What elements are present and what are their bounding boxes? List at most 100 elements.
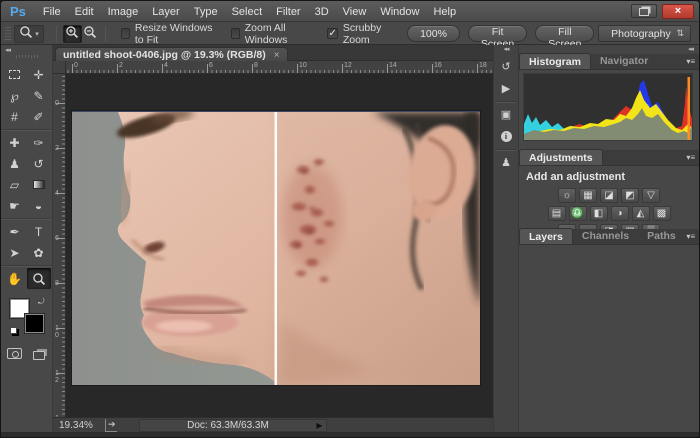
checkbox-icon[interactable]	[231, 28, 240, 39]
tool-zoom[interactable]	[26, 268, 51, 289]
restore-window-icon[interactable]	[631, 4, 657, 18]
canvas[interactable]	[66, 74, 493, 417]
current-tool-badge[interactable]: ▾	[13, 24, 45, 43]
horizontal-ruler: 0 2 4 6 8 10 12 14 16 18	[66, 61, 493, 74]
toolbar-grip[interactable]	[15, 55, 38, 58]
tool-lasso[interactable]: ℘	[3, 85, 27, 106]
tool-type[interactable]: T	[27, 221, 51, 242]
panel-menu-icon[interactable]: ▾≡	[686, 153, 695, 162]
adjustment-vibrance-icon[interactable]: ▽	[642, 188, 660, 203]
menu-window[interactable]: Window	[373, 4, 426, 20]
fit-screen-button[interactable]: Fit Screen	[467, 25, 528, 50]
menu-image[interactable]: Image	[101, 4, 146, 20]
menu-3d[interactable]: 3D	[308, 4, 336, 20]
tab-histogram[interactable]: Histogram	[519, 53, 591, 69]
document-sizes: Doc: 63.3M/63.3M	[187, 419, 269, 431]
background-color-swatch[interactable]	[24, 314, 44, 333]
tab-channels[interactable]: Channels	[573, 228, 638, 244]
adjustment-photo-filter-icon[interactable]: ◑	[610, 206, 629, 221]
tool-dodge[interactable]: ◒	[27, 195, 51, 216]
tool-spot-healing-brush[interactable]: ✚	[3, 132, 27, 153]
info-icon[interactable]: i	[496, 127, 516, 146]
window-bottom-edge	[1, 432, 699, 437]
options-checkboxes: Resize Windows to Fit Zoom All Windows ✓ Sc…	[112, 22, 401, 46]
tool-history-brush[interactable]: ↺	[27, 153, 51, 174]
checkbox-resize-windows-to-fit[interactable]: Resize Windows to Fit	[121, 22, 213, 46]
swap-colors-icon[interactable]: ⤾	[38, 297, 45, 307]
menu-view[interactable]: View	[336, 4, 374, 20]
adjustment-color-balance-icon[interactable]: ♎	[568, 206, 587, 221]
tab-paths[interactable]: Paths	[638, 228, 685, 244]
menu-select[interactable]: Select	[225, 4, 270, 20]
tool-gradient[interactable]	[27, 174, 51, 195]
tool-hand[interactable]: ✋	[3, 268, 27, 289]
screen-mode-button[interactable]	[27, 343, 51, 364]
tool-eyedropper[interactable]: ✐	[27, 106, 51, 127]
share-icon[interactable]: ➔	[105, 418, 117, 432]
history-icon[interactable]: ↺	[496, 57, 516, 76]
tool-quick-selection[interactable]: ✎	[27, 85, 51, 106]
tool-clone-stamp[interactable]: ♟	[3, 153, 27, 174]
tool-rectangular-marquee[interactable]	[3, 64, 27, 85]
checkbox-icon[interactable]: ✓	[327, 28, 338, 39]
zoom-out-button[interactable]	[82, 25, 100, 43]
adjustment-black-white-icon[interactable]: ◧	[589, 206, 608, 221]
adjustment-levels-icon[interactable]: ▦	[579, 188, 597, 203]
fill-screen-button[interactable]: Fill Screen	[535, 25, 595, 50]
color-swatches: ⤾	[9, 297, 45, 334]
adjustment-channel-mixer-icon[interactable]: ◭	[631, 206, 650, 221]
status-menu-arrow-icon[interactable]: ▶	[316, 421, 325, 430]
adjustment-brightness-contrast-icon[interactable]: ☼	[558, 188, 576, 203]
options-buttons: 100% Fit Screen Fill Screen	[403, 25, 598, 50]
dock-separator	[496, 101, 516, 102]
panel-column: ◂◂ Histogram Navigator ▾≡ Adjustments ▾≡…	[519, 45, 699, 437]
close-window-button[interactable]: ×	[662, 3, 694, 19]
options-grip[interactable]	[5, 26, 11, 41]
adjustment-exposure-icon[interactable]: ◩	[621, 188, 639, 203]
layers-list[interactable]	[519, 245, 699, 437]
options-bar: ▾ Resize Windows to Fit Zoom All Windows ✓…	[1, 22, 699, 50]
close-tab-icon[interactable]: ×	[274, 50, 280, 61]
zoom-level-field[interactable]: 19.34%	[59, 420, 99, 431]
default-colors-icon[interactable]	[9, 327, 17, 334]
workspace-select[interactable]: Photography ⇅	[598, 25, 691, 42]
menu-type[interactable]: Type	[187, 4, 225, 20]
adjustment-curves-icon[interactable]: ◪	[600, 188, 618, 203]
zoom-in-button[interactable]	[63, 24, 82, 43]
document-title: untitled shoot-0406.jpg @ 19.3% (RGB/8)	[63, 49, 266, 61]
tool-crop[interactable]: #	[3, 106, 27, 127]
actions-icon[interactable]: ▶	[496, 79, 516, 98]
quick-mask-button[interactable]	[3, 343, 27, 364]
menu-layer[interactable]: Layer	[145, 4, 187, 20]
clone-source-icon[interactable]: ♟	[496, 153, 516, 172]
zoom-tool-icon	[19, 25, 33, 42]
tool-move[interactable]: ✛	[27, 64, 51, 85]
tab-adjustments[interactable]: Adjustments	[519, 149, 603, 165]
panel-menu-icon[interactable]: ▾≡	[686, 232, 695, 241]
adjustment-color-lookup-icon[interactable]: ▩	[652, 206, 671, 221]
tool-brush[interactable]: ✑	[27, 132, 51, 153]
menu-edit[interactable]: Edit	[68, 4, 101, 20]
expand-dock-icon[interactable]: ◂◂	[494, 45, 518, 54]
tool-eraser[interactable]: ▱	[3, 174, 27, 195]
tool-custom-shape[interactable]: ✿	[27, 242, 51, 263]
ruler-number: 6	[55, 235, 59, 242]
checkbox-scrubby-zoom[interactable]: ✓ Scrubby Zoom	[327, 22, 392, 46]
checkbox-zoom-all-windows[interactable]: Zoom All Windows	[231, 22, 309, 46]
adjustment-hue-saturation-icon[interactable]: ▤	[547, 206, 566, 221]
panel-menu-icon[interactable]: ▾≡	[686, 57, 695, 66]
tool-path-selection[interactable]: ➤	[3, 242, 27, 263]
tab-navigator[interactable]: Navigator	[591, 53, 657, 69]
menu-file[interactable]: File	[36, 4, 68, 20]
mini-bridge-icon[interactable]: ▣	[496, 105, 516, 124]
collapse-toolbar-icon[interactable]: ◂◂	[5, 46, 11, 54]
menu-filter[interactable]: Filter	[269, 4, 307, 20]
menu-help[interactable]: Help	[426, 4, 463, 20]
checkbox-icon[interactable]	[121, 28, 130, 39]
tool-smudge[interactable]: ☛	[3, 195, 27, 216]
tab-layers[interactable]: Layers	[519, 228, 573, 244]
document-size-field[interactable]: Doc: 63.3M/63.3M ▶	[138, 418, 327, 432]
tool-pen[interactable]: ✒	[3, 221, 27, 242]
tool-group: ✚ ✑ ♟ ↺ ▱ ☛ ◒	[1, 130, 52, 219]
100--button[interactable]: 100%	[407, 25, 460, 42]
